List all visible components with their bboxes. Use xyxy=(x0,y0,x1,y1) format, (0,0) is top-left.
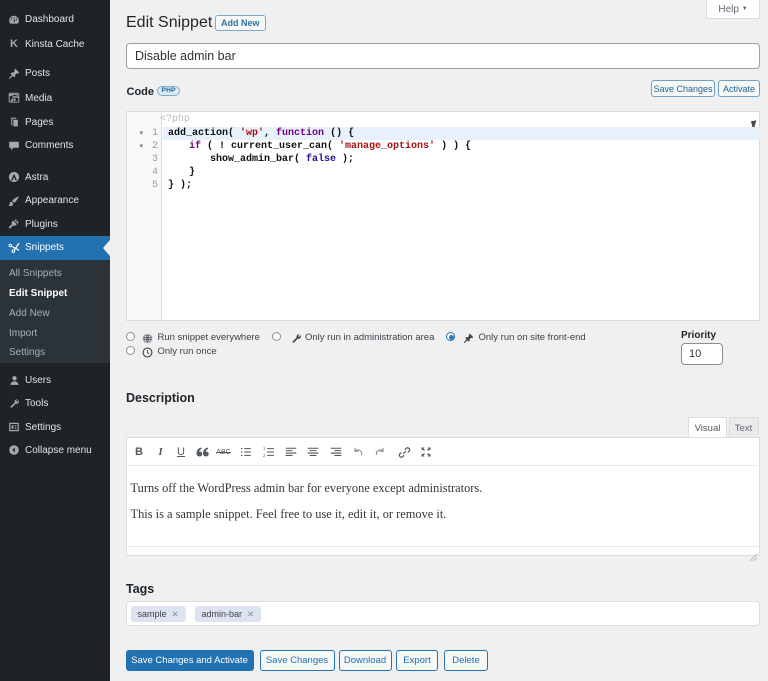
svg-text:1: 1 xyxy=(263,446,266,451)
svg-text:2: 2 xyxy=(263,453,266,458)
